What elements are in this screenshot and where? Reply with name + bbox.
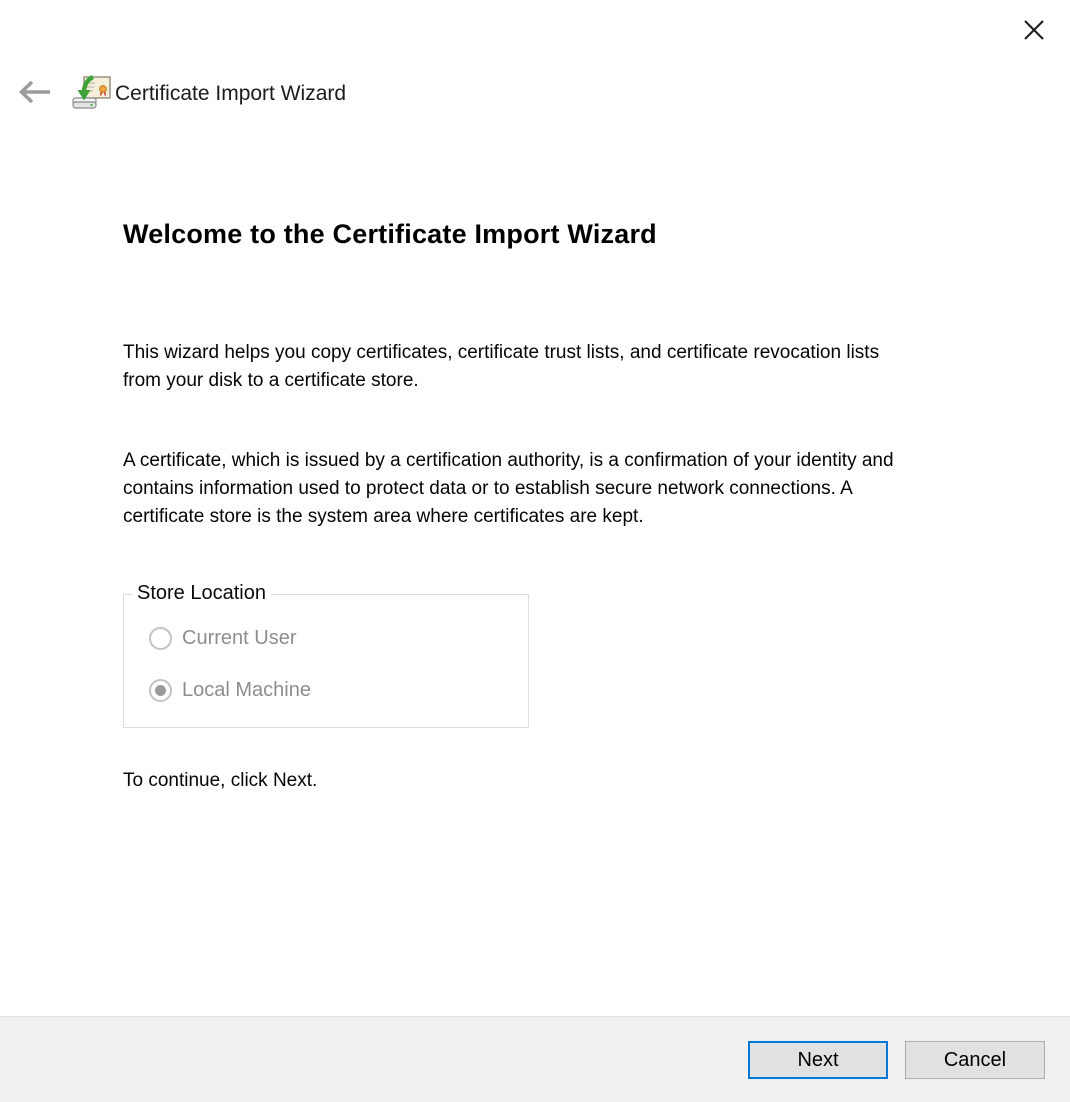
continue-hint: To continue, click Next.	[123, 770, 317, 792]
description-paragraph-line: A certificate, which is issued by a cert…	[123, 447, 894, 475]
intro-paragraph: This wizard helps you copy certificates,…	[123, 339, 879, 395]
radio-indicator-current-user	[149, 627, 172, 650]
close-button[interactable]	[1014, 10, 1054, 50]
radio-indicator-local-machine	[149, 679, 172, 702]
next-button[interactable]: Next	[748, 1041, 888, 1079]
footer-bar: Next Cancel	[0, 1016, 1070, 1102]
certificate-import-icon	[72, 74, 112, 114]
radio-label-current-user: Current User	[182, 627, 296, 650]
description-paragraph-line: contains information used to protect dat…	[123, 475, 894, 503]
page-title: Welcome to the Certificate Import Wizard	[123, 219, 657, 250]
radio-current-user: Current User	[149, 627, 296, 650]
wizard-header-title: Certificate Import Wizard	[115, 81, 346, 107]
description-paragraph: A certificate, which is issued by a cert…	[123, 447, 894, 531]
back-button	[12, 73, 56, 111]
radio-label-local-machine: Local Machine	[182, 679, 311, 702]
cancel-button[interactable]: Cancel	[905, 1041, 1045, 1079]
back-arrow-icon	[16, 78, 52, 106]
certificate-import-wizard-window: { "window": { "title": "Certificate Impo…	[0, 0, 1070, 1102]
intro-paragraph-line: This wizard helps you copy certificates,…	[123, 339, 879, 367]
intro-paragraph-line: from your disk to a certificate store.	[123, 367, 879, 395]
close-icon	[1022, 18, 1046, 42]
store-location-label: Store Location	[132, 582, 271, 605]
description-paragraph-line: certificate store is the system area whe…	[123, 503, 894, 531]
store-location-groupbox	[123, 594, 529, 728]
radio-local-machine: Local Machine	[149, 679, 311, 702]
